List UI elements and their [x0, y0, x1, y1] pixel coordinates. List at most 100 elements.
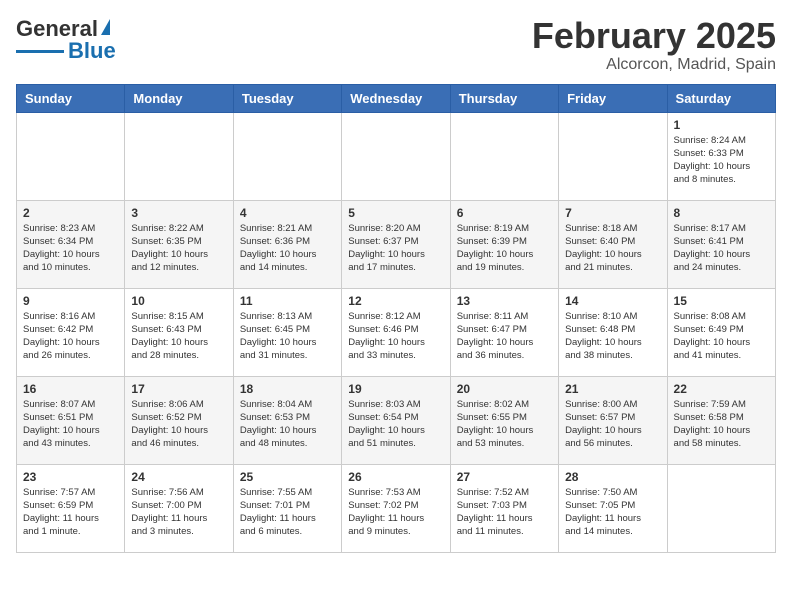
- day-info: Sunrise: 8:21 AM Sunset: 6:36 PM Dayligh…: [240, 222, 335, 275]
- day-info: Sunrise: 8:19 AM Sunset: 6:39 PM Dayligh…: [457, 222, 552, 275]
- weekday-header-thursday: Thursday: [450, 84, 558, 112]
- day-info: Sunrise: 7:50 AM Sunset: 7:05 PM Dayligh…: [565, 486, 660, 539]
- calendar-cell: [559, 112, 667, 200]
- calendar-cell: [667, 464, 775, 552]
- calendar-cell: [450, 112, 558, 200]
- day-info: Sunrise: 8:12 AM Sunset: 6:46 PM Dayligh…: [348, 310, 443, 363]
- location-title: Alcorcon, Madrid, Spain: [532, 56, 776, 74]
- calendar-cell: 22 Sunrise: 7:59 AM Sunset: 6:58 PM Dayli…: [667, 376, 775, 464]
- calendar-cell: 28 Sunrise: 7:50 AM Sunset: 7:05 PM Dayli…: [559, 464, 667, 552]
- calendar-cell: 16 Sunrise: 8:07 AM Sunset: 6:51 PM Dayli…: [17, 376, 125, 464]
- day-info: Sunrise: 8:16 AM Sunset: 6:42 PM Dayligh…: [23, 310, 118, 363]
- day-info: Sunrise: 8:17 AM Sunset: 6:41 PM Dayligh…: [674, 222, 769, 275]
- day-number: 22: [674, 382, 769, 396]
- weekday-header-tuesday: Tuesday: [233, 84, 341, 112]
- day-number: 13: [457, 294, 552, 308]
- calendar-cell: 3 Sunrise: 8:22 AM Sunset: 6:35 PM Daylig…: [125, 200, 233, 288]
- day-info: Sunrise: 8:13 AM Sunset: 6:45 PM Dayligh…: [240, 310, 335, 363]
- calendar-cell: 8 Sunrise: 8:17 AM Sunset: 6:41 PM Daylig…: [667, 200, 775, 288]
- day-number: 19: [348, 382, 443, 396]
- calendar-cell: 14 Sunrise: 8:10 AM Sunset: 6:48 PM Dayli…: [559, 288, 667, 376]
- day-number: 24: [131, 470, 226, 484]
- title-block: February 2025 Alcorcon, Madrid, Spain: [532, 16, 776, 74]
- day-number: 25: [240, 470, 335, 484]
- weekday-header-monday: Monday: [125, 84, 233, 112]
- calendar-cell: [233, 112, 341, 200]
- week-row-5: 23Sunrise: 7:57 AM Sunset: 6:59 PM Dayli…: [17, 464, 776, 552]
- calendar-cell: 6 Sunrise: 8:19 AM Sunset: 6:39 PM Daylig…: [450, 200, 558, 288]
- day-number: 11: [240, 294, 335, 308]
- calendar-cell: 5 Sunrise: 8:20 AM Sunset: 6:37 PM Daylig…: [342, 200, 450, 288]
- day-number: 5: [348, 206, 443, 220]
- calendar-cell: [125, 112, 233, 200]
- weekday-header-saturday: Saturday: [667, 84, 775, 112]
- day-info: Sunrise: 8:10 AM Sunset: 6:48 PM Dayligh…: [565, 310, 660, 363]
- page-header: General Blue February 2025 Alcorcon, Mad…: [16, 16, 776, 74]
- logo-line: [16, 50, 64, 53]
- day-info: Sunrise: 8:08 AM Sunset: 6:49 PM Dayligh…: [674, 310, 769, 363]
- logo: General Blue: [16, 16, 116, 64]
- calendar-cell: 10Sunrise: 8:15 AM Sunset: 6:43 PM Dayli…: [125, 288, 233, 376]
- calendar-cell: [17, 112, 125, 200]
- day-number: 1: [674, 118, 769, 132]
- day-info: Sunrise: 7:59 AM Sunset: 6:58 PM Dayligh…: [674, 398, 769, 451]
- calendar-cell: 26 Sunrise: 7:53 AM Sunset: 7:02 PM Dayli…: [342, 464, 450, 552]
- day-info: Sunrise: 7:55 AM Sunset: 7:01 PM Dayligh…: [240, 486, 335, 539]
- day-number: 7: [565, 206, 660, 220]
- calendar-table: SundayMondayTuesdayWednesdayThursdayFrid…: [16, 84, 776, 553]
- calendar-cell: 18 Sunrise: 8:04 AM Sunset: 6:53 PM Dayli…: [233, 376, 341, 464]
- day-info: Sunrise: 8:07 AM Sunset: 6:51 PM Dayligh…: [23, 398, 118, 451]
- day-info: Sunrise: 8:03 AM Sunset: 6:54 PM Dayligh…: [348, 398, 443, 451]
- calendar-cell: 24 Sunrise: 7:56 AM Sunset: 7:00 PM Dayli…: [125, 464, 233, 552]
- day-info: Sunrise: 8:22 AM Sunset: 6:35 PM Dayligh…: [131, 222, 226, 275]
- calendar-cell: 27 Sunrise: 7:52 AM Sunset: 7:03 PM Dayli…: [450, 464, 558, 552]
- day-number: 28: [565, 470, 660, 484]
- week-row-4: 16 Sunrise: 8:07 AM Sunset: 6:51 PM Dayli…: [17, 376, 776, 464]
- day-number: 14: [565, 294, 660, 308]
- weekday-header-sunday: Sunday: [17, 84, 125, 112]
- calendar-cell: 11 Sunrise: 8:13 AM Sunset: 6:45 PM Dayli…: [233, 288, 341, 376]
- weekday-header-friday: Friday: [559, 84, 667, 112]
- day-number: 15: [674, 294, 769, 308]
- day-number: 3: [131, 206, 226, 220]
- day-info: Sunrise: 8:15 AM Sunset: 6:43 PM Dayligh…: [131, 310, 226, 363]
- day-number: 16: [23, 382, 118, 396]
- calendar-cell: 4 Sunrise: 8:21 AM Sunset: 6:36 PM Daylig…: [233, 200, 341, 288]
- day-info: Sunrise: 7:56 AM Sunset: 7:00 PM Dayligh…: [131, 486, 226, 539]
- day-number: 6: [457, 206, 552, 220]
- calendar-cell: 2Sunrise: 8:23 AM Sunset: 6:34 PM Daylig…: [17, 200, 125, 288]
- calendar-cell: 15 Sunrise: 8:08 AM Sunset: 6:49 PM Dayli…: [667, 288, 775, 376]
- calendar-cell: [342, 112, 450, 200]
- calendar-cell: 1Sunrise: 8:24 AM Sunset: 6:33 PM Daylig…: [667, 112, 775, 200]
- day-number: 21: [565, 382, 660, 396]
- day-number: 20: [457, 382, 552, 396]
- calendar-cell: 19 Sunrise: 8:03 AM Sunset: 6:54 PM Dayli…: [342, 376, 450, 464]
- weekday-header-row: SundayMondayTuesdayWednesdayThursdayFrid…: [17, 84, 776, 112]
- day-number: 27: [457, 470, 552, 484]
- day-number: 26: [348, 470, 443, 484]
- calendar-cell: 25 Sunrise: 7:55 AM Sunset: 7:01 PM Dayli…: [233, 464, 341, 552]
- day-info: Sunrise: 8:23 AM Sunset: 6:34 PM Dayligh…: [23, 222, 118, 275]
- day-info: Sunrise: 8:11 AM Sunset: 6:47 PM Dayligh…: [457, 310, 552, 363]
- calendar-cell: 21 Sunrise: 8:00 AM Sunset: 6:57 PM Dayli…: [559, 376, 667, 464]
- calendar-cell: 13 Sunrise: 8:11 AM Sunset: 6:47 PM Dayli…: [450, 288, 558, 376]
- day-number: 23: [23, 470, 118, 484]
- week-row-1: 1Sunrise: 8:24 AM Sunset: 6:33 PM Daylig…: [17, 112, 776, 200]
- calendar-cell: 17Sunrise: 8:06 AM Sunset: 6:52 PM Dayli…: [125, 376, 233, 464]
- calendar-cell: 20Sunrise: 8:02 AM Sunset: 6:55 PM Dayli…: [450, 376, 558, 464]
- calendar-cell: 9 Sunrise: 8:16 AM Sunset: 6:42 PM Daylig…: [17, 288, 125, 376]
- week-row-3: 9 Sunrise: 8:16 AM Sunset: 6:42 PM Daylig…: [17, 288, 776, 376]
- day-info: Sunrise: 7:53 AM Sunset: 7:02 PM Dayligh…: [348, 486, 443, 539]
- day-number: 4: [240, 206, 335, 220]
- day-info: Sunrise: 8:00 AM Sunset: 6:57 PM Dayligh…: [565, 398, 660, 451]
- day-number: 9: [23, 294, 118, 308]
- day-info: Sunrise: 8:20 AM Sunset: 6:37 PM Dayligh…: [348, 222, 443, 275]
- day-info: Sunrise: 8:06 AM Sunset: 6:52 PM Dayligh…: [131, 398, 226, 451]
- day-info: Sunrise: 8:04 AM Sunset: 6:53 PM Dayligh…: [240, 398, 335, 451]
- day-info: Sunrise: 7:52 AM Sunset: 7:03 PM Dayligh…: [457, 486, 552, 539]
- day-number: 18: [240, 382, 335, 396]
- day-info: Sunrise: 8:18 AM Sunset: 6:40 PM Dayligh…: [565, 222, 660, 275]
- day-number: 12: [348, 294, 443, 308]
- month-title: February 2025: [532, 16, 776, 56]
- day-number: 8: [674, 206, 769, 220]
